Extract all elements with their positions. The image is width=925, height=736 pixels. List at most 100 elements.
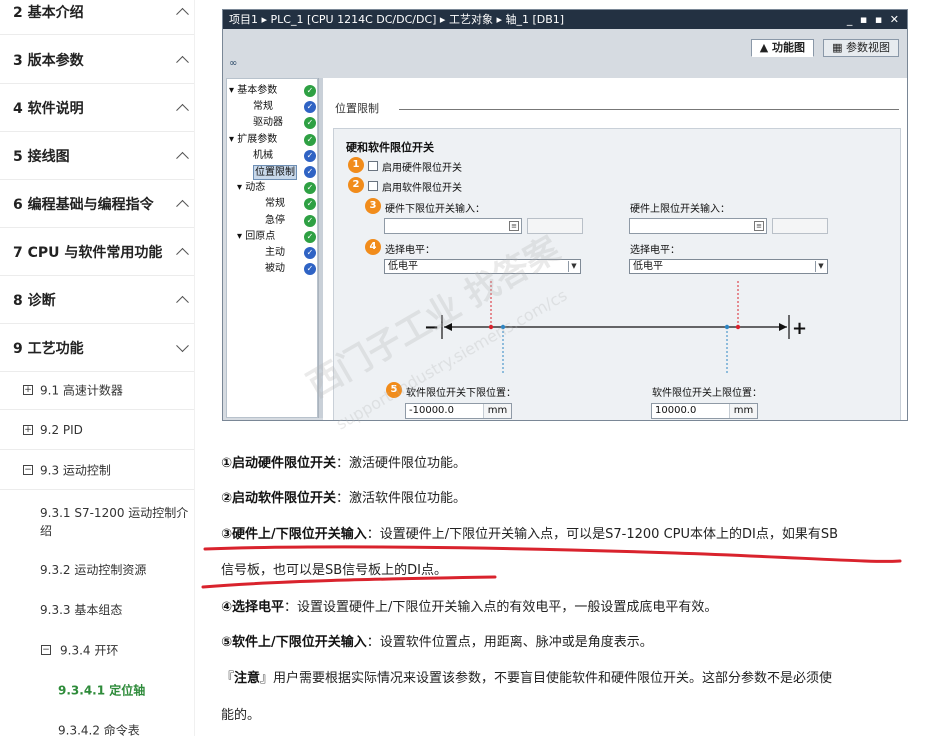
tree-node-label: 位置限制 [253, 165, 297, 180]
tree-node[interactable]: 常规 ✓ [227, 99, 319, 115]
tia-portal-screenshot: 项目1 ▸ PLC_1 [CPU 1214C DC/DC/DC] ▸ 工艺对象 … [222, 9, 908, 421]
axis-arrow-left-icon [444, 323, 452, 331]
chevron-up-icon [176, 7, 189, 21]
badge-4: 4 [365, 239, 381, 255]
hw-low-label: 硬件下限位开关输入： [385, 204, 485, 215]
tree-node-label: 急停 [265, 214, 285, 226]
status-check-icon: ✓ [304, 247, 316, 259]
nav-section-9[interactable]: 9 工艺功能 [0, 324, 194, 372]
left-nav: 2 基本介绍 3 版本参数 4 软件说明 5 接线图 6 编程基础与编程指令 7… [0, 0, 195, 736]
tab-param-view: ▦ 参数视图 [823, 39, 899, 57]
status-check-icon: ✓ [304, 117, 316, 130]
nav-section-label: 9 工艺功能 [13, 340, 84, 357]
axis-plus-sign: + [792, 318, 807, 339]
title-bar: 项目1 ▸ PLC_1 [CPU 1214C DC/DC/DC] ▸ 工艺对象 … [223, 10, 907, 29]
window-buttons: _ ▪ ▪ ✕ [846, 13, 901, 26]
nav-item-9-3-4-2[interactable]: 9.3.4.2 命令表 [0, 710, 194, 736]
underline-stroke-2 [201, 575, 497, 589]
nav-item-9-3-4-1[interactable]: 9.3.4.1 定位轴 [0, 670, 194, 710]
hw-high-label: 硬件上限位开关输入： [630, 204, 730, 215]
para-2: ②启动软件限位开关：激活软件限位功能。 [221, 491, 467, 506]
status-check-icon: ✓ [304, 85, 316, 97]
para-4: ④选择电平：设置设置硬件上/下限位开关输入点的有效电平，一般设置成底电平有效。 [221, 600, 718, 615]
nav-section-2[interactable]: 2 基本介绍 [0, 0, 194, 35]
tree-node[interactable]: ▾ 基本参数 ✓ [227, 83, 319, 99]
status-check-icon: ✓ [304, 198, 316, 211]
handwritten-underline [201, 545, 902, 589]
title-bar-path: 项目1 ▸ PLC_1 [CPU 1214C DC/DC/DC] ▸ 工艺对象 … [229, 13, 565, 26]
hw-high-input: ≡ [629, 218, 767, 234]
nav-item-label: 9.3.3 基本组态 [40, 603, 123, 617]
nav-section-label: 3 版本参数 [13, 52, 84, 69]
nav-section-label: 2 基本介绍 [13, 5, 84, 21]
status-check-icon: ✓ [304, 230, 316, 243]
sw-limit-label: 启用软件限位开关 [382, 183, 462, 194]
para-1: ①启动硬件限位开关：激活硬件限位功能。 [221, 456, 467, 471]
expand-icon[interactable]: + [23, 384, 33, 395]
tree-node-label: 驱动器 [253, 117, 283, 129]
axis-minus-sign: − [424, 317, 439, 338]
hw-high-dot [735, 324, 741, 330]
chevron-up-icon [176, 151, 189, 165]
status-check-icon: ✓ [304, 149, 316, 162]
nav-item-label: 9.3.1 S7-1200 运动控制介绍 [40, 506, 189, 538]
tree-node[interactable]: 位置限制 ✓ [227, 164, 319, 180]
tree-node-label: 被动 [265, 263, 285, 275]
para-5: ⑤软件上/下限位开关输入：设置软件位置点，用距离、脉冲或是角度表示。 [221, 635, 653, 650]
tree-node[interactable]: ▾ 回原点 ✓ [227, 229, 319, 245]
tree-node-label: ▾ 回原点 [237, 230, 276, 242]
para-6: 『注意』用户需要根据实际情况来设置该参数，不要盲目使能软件和硬件限位开关。这部分… [221, 671, 833, 686]
tree-node-label: 主动 [265, 247, 285, 258]
nav-subsection-9-1[interactable]: + 9.1 高速计数器 [0, 370, 194, 410]
nav-section-5[interactable]: 5 接线图 [0, 132, 194, 180]
nav-subsection-label: 9.1 高速计数器 [40, 383, 123, 397]
tree-node[interactable]: 机械 ✓ [227, 148, 319, 164]
hw-low-address [527, 218, 583, 234]
axis-diagram: − + [424, 281, 807, 374]
nav-section-label: 7 CPU 与软件常用功能 [13, 244, 163, 261]
nav-item-9-3-4[interactable]: − 9.3.4 开环 [0, 630, 194, 670]
nav-item-9-3-1[interactable]: 9.3.1 S7-1200 运动控制介绍 [0, 492, 194, 552]
view-tabs: ▲ 功能图 ▦ 参数视图 [747, 36, 899, 57]
nav-item-9-3-2[interactable]: 9.3.2 运动控制资源 [0, 552, 194, 588]
level-label-left: 选择电平： [385, 245, 435, 256]
sw-low-label: 软件限位开关下限位置： [406, 388, 516, 399]
status-check-icon: ✓ [304, 263, 316, 276]
tree-node[interactable]: 主动 ✓ [227, 245, 319, 261]
status-check-icon: ✓ [304, 214, 316, 227]
dropdown-arrow-icon: ▼ [815, 261, 826, 272]
nav-section-7[interactable]: 7 CPU 与软件常用功能 [0, 228, 194, 276]
nav-item-9-3-3[interactable]: 9.3.3 基本组态 [0, 592, 194, 628]
badge-5: 5 [386, 382, 402, 398]
status-check-icon: ✓ [304, 182, 316, 195]
hw-low-input: ≡ [384, 218, 522, 234]
tree-node[interactable]: ▾ 动态 ✓ [227, 180, 319, 196]
tree-node[interactable]: 被动 ✓ [227, 261, 319, 277]
toolbar-icon: ∞ [229, 58, 238, 69]
section-divider [399, 109, 899, 110]
nav-section-4[interactable]: 4 软件说明 [0, 84, 194, 132]
tree-node[interactable]: 常规 ✓ [227, 196, 319, 212]
param-content: 位置限制 硬和软件限位开关 1 启用硬件限位开关 2 启用软件限位开关 3 硬件… [323, 78, 907, 420]
limit-switch-group: 硬和软件限位开关 1 启用硬件限位开关 2 启用软件限位开关 3 硬件下限位开关… [333, 128, 901, 420]
browse-icon: ≡ [509, 221, 519, 231]
group-title: 硬和软件限位开关 [346, 141, 434, 154]
nav-section-3[interactable]: 3 版本参数 [0, 36, 194, 84]
sw-limit-checkbox [368, 181, 378, 191]
nav-subsection-9-2[interactable]: + 9.2 PID [0, 410, 194, 450]
chevron-down-icon [176, 338, 189, 352]
expand-icon[interactable]: + [23, 424, 33, 435]
collapse-icon[interactable]: − [41, 645, 51, 655]
level-label-right: 选择电平： [630, 245, 680, 256]
nav-section-6[interactable]: 6 编程基础与编程指令 [0, 180, 194, 228]
nav-subsection-label: 9.2 PID [40, 422, 83, 437]
tree-node[interactable]: ▾ 扩展参数 ✓ [227, 132, 319, 148]
underline-stroke-1 [203, 545, 902, 563]
collapse-icon[interactable]: − [23, 464, 33, 475]
nav-section-label: 5 接线图 [13, 148, 70, 165]
tree-node[interactable]: 驱动器 ✓ [227, 115, 319, 131]
tree-node[interactable]: 急停 ✓ [227, 213, 319, 229]
nav-section-8[interactable]: 8 诊断 [0, 276, 194, 324]
nav-subsection-9-3[interactable]: − 9.3 运动控制 [0, 450, 194, 490]
section-title: 位置限制 [335, 102, 379, 115]
